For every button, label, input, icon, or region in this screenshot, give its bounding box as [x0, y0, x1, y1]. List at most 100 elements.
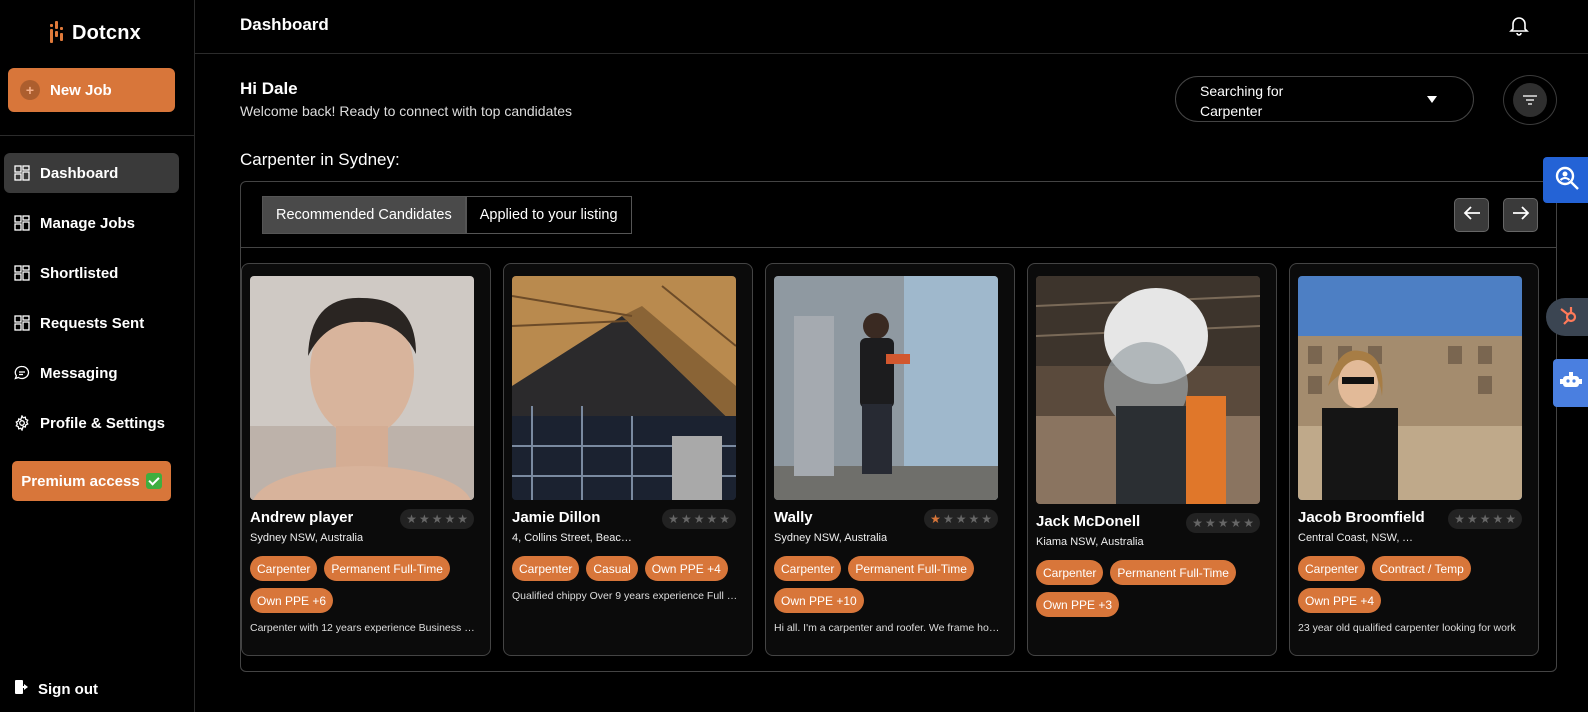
star-icon: ★	[668, 512, 679, 526]
search-role-select[interactable]: Searching for Carpenter	[1175, 76, 1474, 122]
sidebar-item-label: Requests Sent	[40, 314, 145, 332]
arrow-left-icon	[1463, 205, 1481, 225]
tag: Carpenter	[1036, 560, 1104, 585]
logo[interactable]: Dotcnx	[50, 20, 141, 46]
chat-bot-icon	[1560, 370, 1582, 397]
rating-stars: ★ ★ ★ ★ ★	[1186, 513, 1260, 533]
premium-label: Premium access	[21, 472, 140, 490]
hubspot-widget-button[interactable]	[1546, 298, 1588, 336]
candidate-card[interactable]: Andrew player ★ ★ ★ ★ ★ Sydney NSW, Australi…	[241, 263, 491, 656]
sidebar-item-manage-jobs[interactable]: Manage Jobs	[4, 203, 179, 243]
tag: Casual	[586, 556, 638, 581]
star-icon: ★	[406, 512, 417, 526]
floating-search-button[interactable]	[1543, 157, 1588, 203]
star-icon: ★	[968, 512, 980, 526]
candidate-name: Andrew player	[250, 509, 354, 526]
candidate-tags: Carpenter Permanent Full-Time Own PPE +1…	[774, 556, 1006, 613]
filter-icon	[1513, 83, 1547, 117]
candidate-location: Sydney NSW, Australia	[250, 532, 364, 544]
candidate-card[interactable]: Jacob Broomfield ★ ★ ★ ★ ★ Central Coast, NS…	[1289, 263, 1539, 656]
previous-button[interactable]	[1454, 198, 1489, 232]
candidate-description: Qualified chippy Over 9 years experience…	[512, 590, 738, 602]
sign-out-label: Sign out	[38, 680, 98, 698]
candidate-tags: Carpenter Casual Own PPE +4	[512, 556, 744, 581]
candidate-card[interactable]: Jack McDonell ★ ★ ★ ★ ★ Kiama NSW, Australia…	[1027, 263, 1277, 656]
premium-access-button[interactable]: Premium access	[12, 461, 171, 501]
tag: Contract / Temp	[1372, 556, 1471, 581]
sidebar-item-dashboard[interactable]: Dashboard	[4, 153, 179, 193]
topbar: Dashboard	[195, 0, 1588, 54]
candidate-location: Kiama NSW, Australia	[1036, 536, 1144, 548]
hubspot-icon	[1558, 304, 1580, 331]
bell-icon[interactable]	[1507, 13, 1531, 37]
sidebar-divider	[0, 135, 195, 136]
panel-divider	[241, 247, 1556, 248]
candidate-photo	[250, 276, 474, 500]
tab-recommended-candidates[interactable]: Recommended Candidates	[262, 196, 466, 234]
star-icon: ★	[981, 512, 992, 526]
tag: Carpenter	[512, 556, 580, 581]
check-mark-icon	[145, 473, 162, 489]
star-icon: ★	[1466, 512, 1478, 526]
search-line2: Carpenter	[1200, 103, 1263, 119]
candidate-tags: Carpenter Permanent Full-Time Own PPE +3	[1036, 560, 1268, 617]
caret-down-icon	[1427, 96, 1437, 103]
star-icon: ★	[955, 512, 967, 526]
candidate-tags: Carpenter Permanent Full-Time Own PPE +6	[250, 556, 482, 613]
tag: Carpenter	[250, 556, 318, 581]
candidate-photo	[774, 276, 998, 500]
candidate-card[interactable]: Jamie Dillon ★ ★ ★ ★ ★ 4, Collins Street, Be…	[503, 263, 753, 656]
chat-widget-button[interactable]	[1553, 359, 1588, 407]
sidebar-item-label: Shortlisted	[40, 264, 119, 282]
dashboard-icon	[14, 315, 30, 331]
star-icon: ★	[693, 512, 705, 526]
candidate-tabs: Recommended Candidates Applied to your l…	[262, 196, 632, 234]
star-icon: ★	[719, 512, 730, 526]
rating-stars: ★ ★ ★ ★ ★	[400, 509, 474, 529]
star-icon: ★	[680, 512, 692, 526]
candidate-description: Carpenter with 12 years experience Busin…	[250, 622, 476, 634]
sidebar-item-shortlisted[interactable]: Shortlisted	[4, 253, 179, 293]
filter-button[interactable]	[1503, 75, 1557, 125]
star-icon: ★	[418, 512, 430, 526]
app-root: Dotcnx + New Job Dashboard Manage Jobs S…	[0, 0, 1588, 712]
sidebar-item-label: Manage Jobs	[40, 214, 136, 232]
plus-icon: +	[20, 80, 40, 100]
candidate-name: Jamie Dillon	[512, 509, 601, 526]
tag: Carpenter	[774, 556, 842, 581]
new-job-button[interactable]: + New Job	[8, 68, 175, 112]
gear-icon	[14, 415, 30, 431]
candidate-tags: Carpenter Contract / Temp Own PPE +4	[1298, 556, 1530, 613]
logo-text: Dotcnx	[72, 21, 141, 44]
candidate-description: 23 year old qualified carpenter looking …	[1298, 622, 1516, 634]
tag: Own PPE +10	[774, 588, 864, 613]
candidate-name: Jacob Broomfield	[1298, 509, 1425, 526]
sidebar-item-profile-settings[interactable]: Profile & Settings	[4, 403, 179, 443]
sidebar-nav: Dashboard Manage Jobs Shortlisted Reques…	[4, 153, 179, 453]
arrow-right-icon	[1512, 205, 1530, 225]
candidate-location: Sydney NSW, Australia	[774, 532, 888, 544]
star-icon: ★	[1217, 516, 1229, 530]
sign-out-icon	[14, 679, 30, 699]
dashboard-icon	[14, 165, 30, 181]
candidate-location: Central Coast, NSW, Australia	[1298, 532, 1420, 544]
magnifier-person-icon	[1553, 164, 1581, 197]
star-icon: ★	[1492, 512, 1504, 526]
sidebar-item-requests-sent[interactable]: Requests Sent	[4, 303, 179, 343]
greeting-subtitle: Welcome back! Ready to connect with top …	[240, 103, 573, 119]
star-icon: ★	[1243, 516, 1254, 530]
star-icon: ★	[431, 512, 443, 526]
page-title: Dashboard	[240, 15, 329, 34]
sign-out-button[interactable]: Sign out	[14, 679, 98, 699]
candidate-card[interactable]: Wally ★ ★ ★ ★ ★ Sydney NSW, Australia Carpen…	[765, 263, 1015, 656]
star-icon: ★	[930, 512, 941, 526]
next-button[interactable]	[1503, 198, 1538, 232]
candidate-photo	[1036, 276, 1260, 504]
star-icon: ★	[1454, 512, 1465, 526]
rating-stars: ★ ★ ★ ★ ★	[1448, 509, 1522, 529]
candidates-panel: Recommended Candidates Applied to your l…	[240, 181, 1557, 672]
chat-icon	[14, 365, 30, 381]
tab-applied-to-listing[interactable]: Applied to your listing	[465, 196, 632, 234]
sidebar-item-messaging[interactable]: Messaging	[4, 353, 179, 393]
tag: Permanent Full-Time	[1110, 560, 1236, 585]
